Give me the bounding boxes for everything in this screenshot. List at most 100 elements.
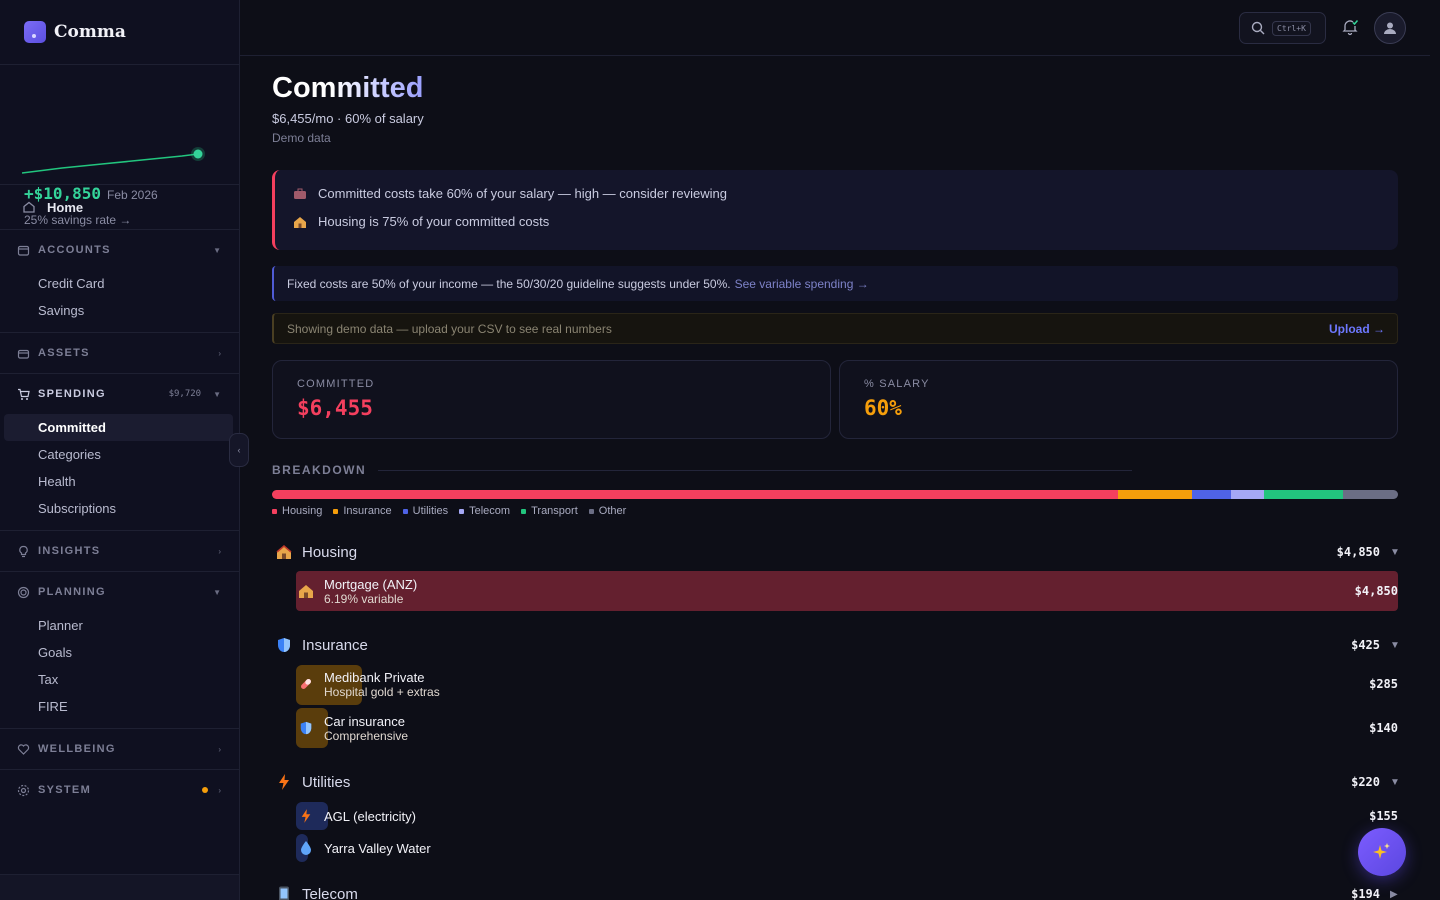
chevron-right-icon[interactable]: ▶ — [1390, 889, 1398, 900]
section-spending-header[interactable]: SPENDING $9,720 ▼ — [0, 374, 239, 414]
sidebar-item-subscriptions[interactable]: Subscriptions — [0, 495, 239, 522]
category-utilities-header[interactable]: Utilities $220 ▼ — [272, 770, 1400, 794]
gear-icon — [17, 784, 30, 796]
bell-icon[interactable] — [1341, 18, 1359, 36]
breakdown-legend: Housing Insurance Utilities Telecom Transpor… — [272, 505, 637, 517]
water-drop-icon — [296, 832, 316, 864]
category-amount: $425 — [1351, 638, 1380, 652]
sidebar-item-savings[interactable]: Savings — [0, 297, 239, 324]
commitment-row[interactable]: Car insurance Comprehensive $140 — [296, 708, 1398, 748]
ai-assistant-button[interactable] — [1358, 828, 1406, 876]
scrollbar[interactable] — [1430, 0, 1440, 900]
user-icon — [1384, 22, 1396, 34]
section-system: SYSTEM › — [0, 769, 239, 810]
sidebar-item-health[interactable]: Health — [0, 468, 239, 495]
commitment-detail: Comprehensive — [324, 728, 409, 743]
house-icon — [274, 542, 294, 562]
category-amount: $4,850 — [1336, 545, 1380, 559]
stat-card-salary: % SALARY 60% — [839, 360, 1398, 439]
sidebar-item-categories[interactable]: Categories — [0, 441, 239, 468]
demo-banner-text: Showing demo data — upload your CSV to s… — [287, 321, 612, 336]
category-amount: $194 — [1351, 887, 1380, 900]
legend-item: Other — [588, 505, 626, 517]
chevron-down-icon[interactable]: ▼ — [1390, 777, 1400, 788]
brand-name: Comma — [54, 22, 126, 42]
breakdown-segment-housing[interactable] — [272, 490, 1119, 499]
collapse-sidebar-button[interactable]: ‹ — [229, 433, 249, 467]
section-title: WELLBEING — [38, 743, 116, 755]
sidebar-item-goals[interactable]: Goals — [0, 639, 239, 666]
section-wellbeing-header[interactable]: WELLBEING › — [0, 729, 239, 769]
sidebar: Comma +$10,850 Feb 2026 25% savings rate… — [0, 0, 240, 900]
category-name: Utilities — [302, 773, 351, 791]
sidebar-item-home[interactable]: Home — [0, 185, 239, 229]
section-insights: INSIGHTS › — [0, 530, 239, 571]
commitment-amount: $4,850 — [1354, 584, 1398, 598]
legend-item: Transport — [521, 505, 578, 517]
sidebar-footer — [0, 874, 239, 900]
legend-swatch — [459, 508, 465, 514]
breakdown-segment-utilities[interactable] — [1192, 490, 1231, 499]
stat-label: % SALARY — [864, 378, 930, 390]
breakdown-segment-telecom[interactable] — [1230, 490, 1265, 499]
section-assets-header[interactable]: ASSETS › — [0, 333, 239, 373]
commitment-detail: 6.19% variable — [324, 591, 404, 606]
pill-icon — [296, 668, 316, 700]
cart-icon — [18, 388, 30, 400]
section-accounts-header[interactable]: ACCOUNTS ▼ — [0, 230, 239, 270]
chevron-down-icon: ▼ — [213, 245, 221, 255]
category-telecom-header[interactable]: Telecom $194 ▶ — [272, 882, 1398, 900]
category-insurance-header[interactable]: Insurance $425 ▼ — [272, 633, 1400, 657]
commitment-name: AGL (electricity) — [324, 808, 416, 824]
chevron-down-icon[interactable]: ▼ — [1390, 547, 1400, 558]
legend-item: Telecom — [459, 505, 510, 517]
section-assets: ASSETS › — [0, 332, 239, 373]
variable-spending-link[interactable]: See variable spending → — [735, 277, 869, 291]
commitment-detail: Hospital gold + extras — [324, 684, 440, 699]
category-name: Telecom — [302, 885, 358, 900]
commitment-row[interactable]: Medibank Private Hospital gold + extras … — [296, 664, 1398, 704]
sidebar-item-committed[interactable]: Committed — [4, 414, 233, 441]
alert-box: Committed costs take 60% of your salary … — [272, 170, 1398, 250]
divider — [378, 469, 1132, 471]
brand[interactable]: Comma — [0, 0, 239, 65]
section-insights-header[interactable]: INSIGHTS › — [0, 531, 239, 571]
savings-widget[interactable]: +$10,850 Feb 2026 25% savings rate → — [0, 65, 239, 227]
house-icon — [296, 575, 316, 607]
section-planning-header[interactable]: PLANNING ▼ — [0, 572, 239, 612]
sidebar-item-planner[interactable]: Planner — [0, 612, 239, 639]
section-title: ACCOUNTS — [38, 244, 111, 256]
commitment-row[interactable]: Yarra Valley Water — [296, 828, 1398, 868]
sidebar-item-fire[interactable]: FIRE — [0, 693, 239, 720]
alert-row: Committed costs take 60% of your salary … — [293, 186, 727, 201]
breakdown-segment-other[interactable] — [1342, 490, 1398, 499]
category-amount: $220 — [1351, 775, 1380, 789]
section-title: INSIGHTS — [38, 545, 101, 557]
chevron-left-icon: ‹ — [237, 445, 241, 455]
upload-link[interactable]: Upload → — [1329, 322, 1385, 336]
chevron-down-icon[interactable]: ▼ — [1390, 640, 1400, 651]
breakdown-segment-transport[interactable] — [1264, 490, 1343, 499]
category-name: Housing — [302, 543, 358, 561]
legend-item: Utilities — [402, 505, 448, 517]
sidebar-item-tax[interactable]: Tax — [0, 666, 239, 693]
search-shortcut: Ctrl+K — [1272, 20, 1311, 36]
legend-item: Housing — [272, 505, 322, 517]
brand-logo-icon — [24, 21, 46, 43]
section-system-header[interactable]: SYSTEM › — [0, 770, 239, 810]
user-avatar-button[interactable] — [1374, 12, 1406, 44]
alert-text: Committed costs take 60% of your salary … — [318, 186, 727, 201]
section-accounts: ACCOUNTS ▼ Credit Card Savings — [0, 229, 239, 332]
commitment-row[interactable]: Mortgage (ANZ) 6.19% variable $4,850 — [296, 571, 1398, 611]
legend-item: Insurance — [333, 505, 392, 517]
stat-label: COMMITTED — [297, 378, 375, 390]
chevron-down-icon: ▼ — [213, 587, 221, 597]
breakdown-segment-insurance[interactable] — [1118, 490, 1193, 499]
topbar: Ctrl+K — [240, 0, 1430, 56]
search-button[interactable]: Ctrl+K — [1239, 12, 1326, 44]
home-icon — [23, 201, 35, 213]
section-title: PLANNING — [38, 586, 106, 598]
chevron-down-icon: ▼ — [213, 389, 221, 399]
sidebar-item-credit-card[interactable]: Credit Card — [0, 270, 239, 297]
category-housing-header[interactable]: Housing $4,850 ▼ — [272, 540, 1400, 564]
